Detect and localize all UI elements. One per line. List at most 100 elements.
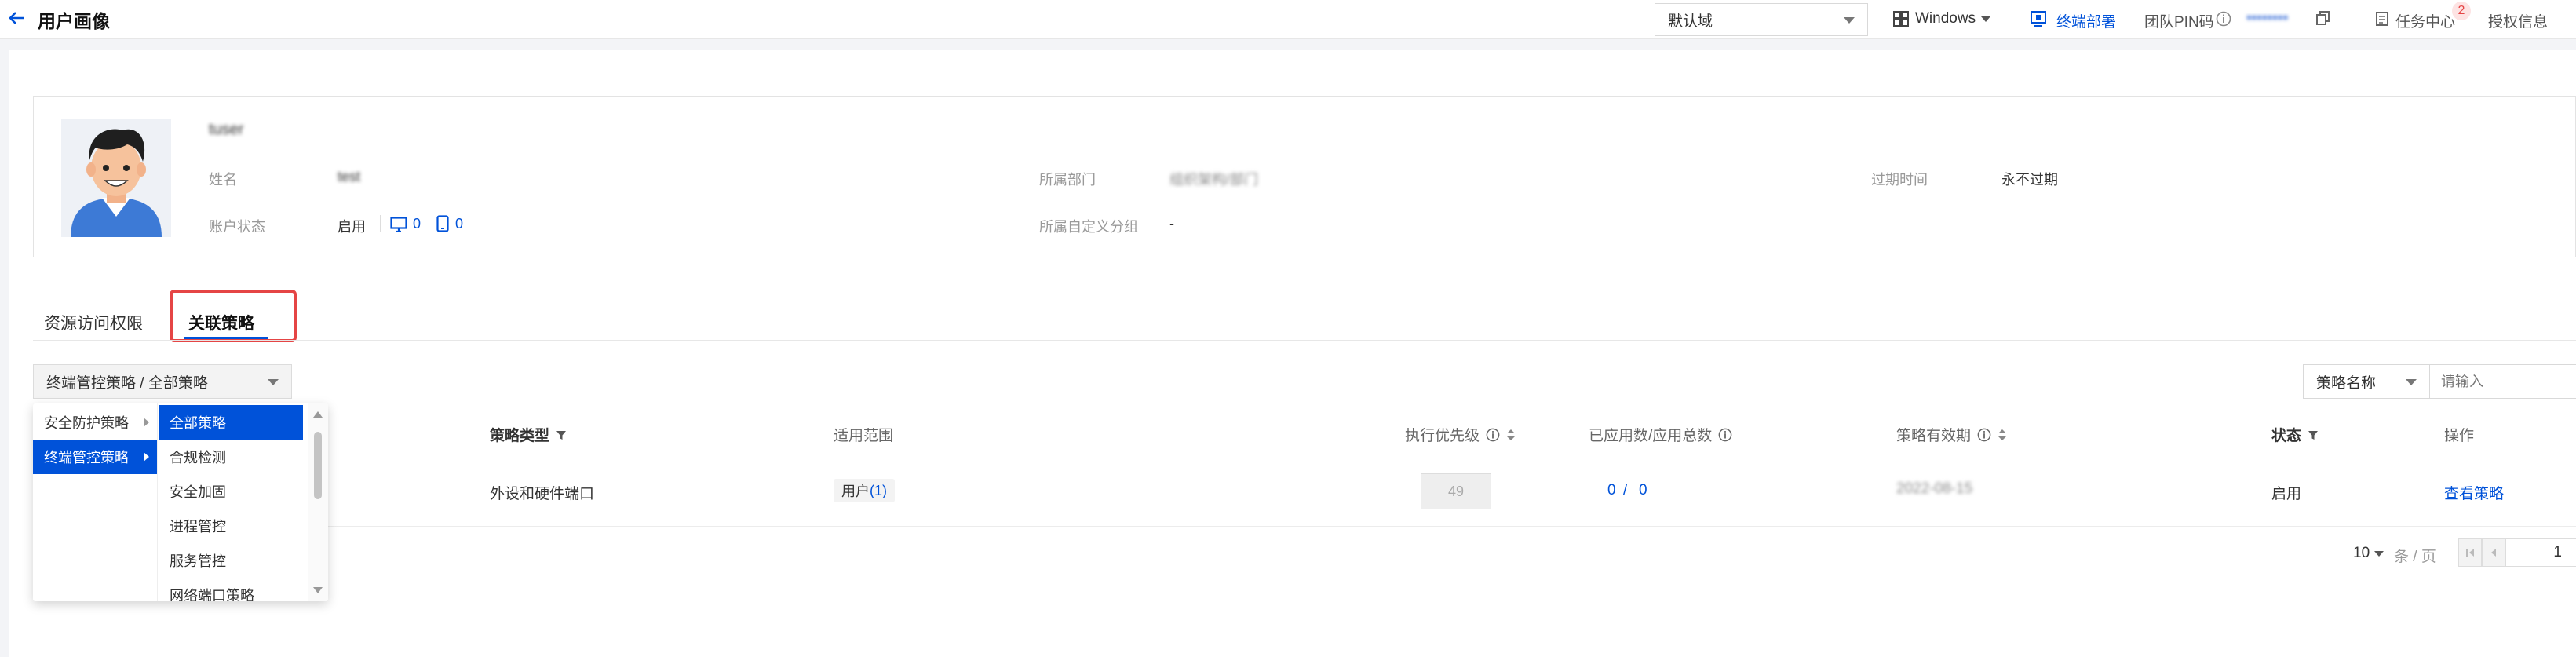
custom-group-label: 所属自定义分组	[1039, 219, 1138, 235]
cascader-level2-item[interactable]: 网络端口策略	[159, 578, 303, 601]
badge-count: 2	[2457, 4, 2465, 17]
chevron-down-icon	[2374, 550, 2384, 557]
col-header-applied-label: 已应用数/应用总数	[1589, 428, 1713, 444]
scope-tag-label: 用户	[841, 484, 870, 499]
applied-count[interactable]: 0	[1607, 482, 1616, 499]
cascader-level2-item[interactable]: 服务管控	[159, 543, 303, 578]
priority-input: 49	[1421, 473, 1491, 509]
sort-icon[interactable]	[1998, 429, 2007, 441]
os-select[interactable]: Windows	[1915, 10, 1976, 27]
avatar	[61, 119, 171, 237]
divider	[380, 215, 381, 232]
back-arrow-icon[interactable]	[8, 9, 25, 27]
scrollbar-thumb[interactable]	[314, 432, 322, 499]
cascader-item-label: 终端管控策略	[44, 450, 129, 465]
chevron-down-icon	[1981, 16, 1990, 22]
scrollbar[interactable]	[308, 403, 328, 601]
task-center-badge: 2	[2452, 2, 2471, 20]
custom-group-value: -	[1169, 216, 1174, 232]
priority-value: 49	[1447, 483, 1465, 499]
first-page-icon	[2466, 549, 2474, 557]
task-center-link[interactable]: 任务中心	[2395, 10, 2455, 31]
scroll-down-icon[interactable]	[313, 587, 323, 593]
filter-icon[interactable]	[556, 429, 567, 440]
col-header-status[interactable]: 状态	[2271, 424, 2319, 445]
col-header-priority-label: 执行优先级	[1405, 428, 1480, 444]
cascader-value: 终端管控策略 / 全部策略	[46, 374, 208, 392]
col-header-scope: 适用范围	[834, 428, 894, 444]
pc-count[interactable]: 0	[413, 216, 421, 232]
monitor-icon	[2030, 10, 2047, 27]
policy-cascader-select[interactable]: 终端管控策略 / 全部策略	[33, 364, 292, 399]
tab-resource-access[interactable]: 资源访问权限	[44, 311, 143, 334]
filter-icon[interactable]	[2308, 429, 2319, 440]
cascader-level1-item[interactable]: 终端管控策略	[33, 440, 157, 474]
col-header-status-label: 状态	[2271, 428, 2302, 444]
view-policy-link[interactable]: 查看策略	[2444, 482, 2504, 503]
expire-label: 过期时间	[1871, 172, 1928, 188]
status-label: 账户状态	[209, 219, 265, 235]
info-icon[interactable]	[1718, 428, 1732, 442]
page-size-value: 10	[2353, 545, 2370, 561]
col-header-type-label: 策略类型	[490, 428, 550, 444]
cell-type: 外设和硬件端口	[490, 486, 595, 502]
scroll-up-icon[interactable]	[313, 411, 323, 418]
cascader-level2-item[interactable]: 安全加固	[159, 474, 303, 509]
cascader-level2-item[interactable]: 进程管控	[159, 509, 303, 543]
page-title: 用户画像	[38, 11, 110, 31]
cascader-level1-item[interactable]: 安全防护策略	[33, 405, 157, 440]
first-page-button[interactable]	[2458, 538, 2482, 567]
chevron-right-icon	[144, 452, 149, 462]
info-icon[interactable]	[1977, 428, 1991, 442]
cascader-item-label: 服务管控	[170, 553, 226, 569]
name-label: 姓名	[209, 172, 237, 188]
total-count[interactable]: 0	[1639, 482, 1647, 499]
mobile-count[interactable]: 0	[455, 216, 463, 232]
pc-icon[interactable]	[390, 217, 407, 232]
prev-page-button[interactable]	[2482, 538, 2505, 567]
cascader-item-label: 进程管控	[170, 519, 226, 535]
search-input[interactable]	[2429, 364, 2576, 399]
cascader-level2-item[interactable]: 合规检测	[159, 440, 303, 474]
info-icon[interactable]	[1486, 428, 1500, 442]
scope-tag[interactable]: 用户 (1)	[834, 479, 895, 502]
info-icon[interactable]	[2216, 11, 2231, 27]
copy-icon[interactable]	[2315, 10, 2331, 26]
applied-separator: /	[1623, 482, 1628, 498]
mobile-icon[interactable]	[436, 215, 449, 232]
col-header-type[interactable]: 策略类型	[490, 424, 567, 445]
sort-icon[interactable]	[1506, 429, 1516, 441]
dept-label: 所属部门	[1039, 172, 1096, 188]
cascader-level2-item[interactable]: 全部策略	[159, 405, 303, 440]
cascader-item-label: 合规检测	[170, 450, 226, 465]
top-bar: 用户画像 默认域 Windows 终端部署 团队PIN码 •••••••• 任务…	[0, 0, 2576, 39]
scope-tag-count: (1)	[870, 482, 887, 498]
chevron-left-icon	[2491, 549, 2496, 557]
dept-value: 组织架构/部门	[1169, 172, 1259, 188]
user-card	[33, 96, 2576, 257]
chevron-down-icon	[1844, 17, 1855, 24]
domain-select[interactable]: 默认域	[1655, 3, 1868, 36]
deploy-link[interactable]: 终端部署	[2056, 10, 2116, 31]
page-size-select[interactable]: 10	[2353, 545, 2384, 562]
search-field-select[interactable]: 策略名称	[2303, 364, 2430, 399]
col-header-priority[interactable]: 执行优先级	[1405, 424, 1516, 445]
user-display-name: tuser	[209, 121, 244, 138]
chevron-down-icon	[2406, 379, 2417, 385]
task-icon	[2375, 11, 2389, 27]
cascader-item-label: 全部策略	[170, 415, 226, 431]
col-header-validity[interactable]: 策略有效期	[1896, 424, 2007, 445]
col-header-actions: 操作	[2444, 428, 2475, 444]
expire-value: 永不过期	[2001, 172, 2058, 188]
highlight-box	[170, 290, 297, 342]
page-number-input[interactable]: 1	[2505, 538, 2576, 567]
validity-value: 2022-08-15	[1896, 480, 1973, 497]
search-field-value: 策略名称	[2316, 374, 2377, 392]
license-link[interactable]: 授权信息	[2488, 10, 2548, 31]
row-status: 启用	[2271, 486, 2302, 502]
domain-select-value: 默认域	[1668, 13, 1713, 30]
tabs-divider	[33, 340, 2576, 341]
chevron-down-icon	[268, 379, 279, 385]
per-page-label: 条 / 页	[2394, 549, 2436, 565]
name-value: test	[338, 169, 361, 184]
